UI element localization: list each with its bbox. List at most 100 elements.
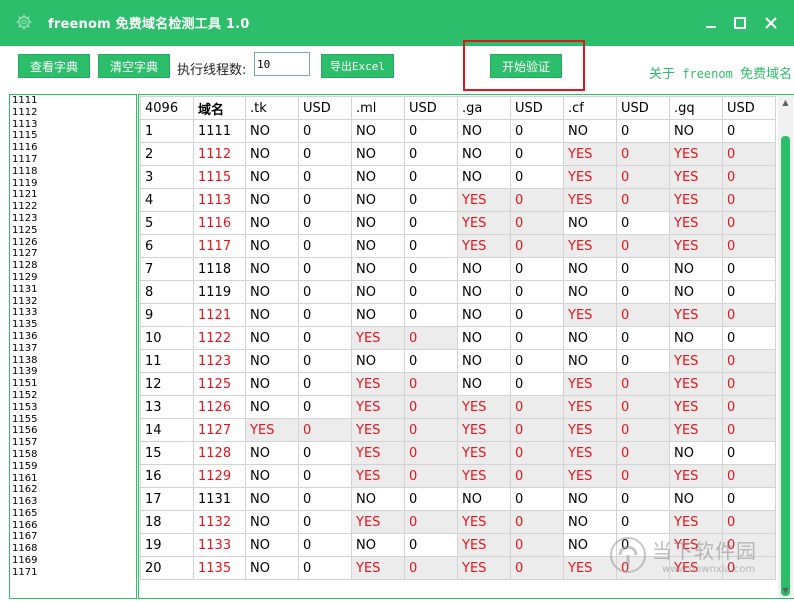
price-cell: 0 <box>404 142 458 166</box>
table-row[interactable]: 5 1116 NO 0 NO 0 YES 0 NO 0 YES 0 <box>140 211 776 235</box>
minimize-button[interactable] <box>700 12 722 34</box>
table-row[interactable]: 1 1111 NO 0 NO 0 NO 0 NO 0 NO 0 <box>140 119 776 143</box>
threads-input[interactable] <box>254 52 310 76</box>
table-row[interactable]: 18 1132 NO 0 YES 0 YES 0 NO 0 YES 0 <box>140 510 776 534</box>
results-grid[interactable]: 4096 域名 .tk USD .ml USD .ga USD .cf USD .gq USD 1… <box>138 94 794 599</box>
table-row[interactable]: 14 1127 YES 0 YES 0 YES 0 YES 0 YES 0 <box>140 418 776 442</box>
price-cell: 0 <box>510 119 564 143</box>
wordlist-item[interactable]: 1161 <box>10 473 136 485</box>
wordlist-item[interactable]: 1119 <box>10 178 136 190</box>
scroll-down-icon[interactable]: ▼ <box>778 584 793 598</box>
availability-cell: YES <box>351 441 405 465</box>
wordlist-item[interactable]: 1127 <box>10 248 136 260</box>
domain-cell: 1128 <box>193 441 246 465</box>
price-cell: 0 <box>298 119 352 143</box>
table-row[interactable]: 6 1117 NO 0 NO 0 YES 0 YES 0 YES 0 <box>140 234 776 258</box>
wordlist-item[interactable]: 1163 <box>10 496 136 508</box>
table-row[interactable]: 10 1122 NO 0 YES 0 NO 0 NO 0 NO 0 <box>140 326 776 350</box>
wordlist-box[interactable]: 1111 1112 1113 1115 1116 1117 1118 1119 1121 1122… <box>9 94 137 599</box>
view-dict-button[interactable]: 查看字典 <box>18 54 90 78</box>
domain-header: 域名 <box>193 96 246 120</box>
wordlist-item[interactable]: 1159 <box>10 461 136 473</box>
table-row[interactable]: 7 1118 NO 0 NO 0 NO 0 NO 0 NO 0 <box>140 257 776 281</box>
wordlist-item[interactable]: 1171 <box>10 567 136 579</box>
vertical-scrollbar[interactable]: ▲ ▼ <box>778 96 793 598</box>
wordlist-item[interactable]: 1152 <box>10 390 136 402</box>
wordlist-item[interactable]: 1123 <box>10 213 136 225</box>
wordlist-item[interactable]: 1157 <box>10 437 136 449</box>
clear-dict-button[interactable]: 清空字典 <box>98 54 170 78</box>
domain-cell: 1126 <box>193 395 246 419</box>
wordlist-item[interactable]: 1158 <box>10 449 136 461</box>
export-excel-button[interactable]: 导出Excel <box>321 54 394 78</box>
maximize-button[interactable] <box>729 12 751 34</box>
wordlist-item[interactable]: 1166 <box>10 520 136 532</box>
wordlist-item[interactable]: 1118 <box>10 166 136 178</box>
price-cell: 0 <box>722 441 776 465</box>
domain-cell: 1121 <box>193 303 246 327</box>
row-number: 15 <box>140 441 194 465</box>
domain-cell: 1125 <box>193 372 246 396</box>
wordlist-item[interactable]: 1168 <box>10 543 136 555</box>
count-header: 4096 <box>140 96 194 120</box>
column-header: USD <box>298 96 352 120</box>
wordlist-item[interactable]: 1113 <box>10 119 136 131</box>
table-row[interactable]: 2 1112 NO 0 NO 0 NO 0 YES 0 YES 0 <box>140 142 776 166</box>
table-row[interactable]: 16 1129 NO 0 YES 0 YES 0 YES 0 YES 0 <box>140 464 776 488</box>
scroll-up-icon[interactable]: ▲ <box>778 96 793 110</box>
wordlist-item[interactable]: 1115 <box>10 130 136 142</box>
domain-cell: 1133 <box>193 533 246 557</box>
table-row[interactable]: 3 1115 NO 0 NO 0 NO 0 YES 0 YES 0 <box>140 165 776 189</box>
wordlist-item[interactable]: 1128 <box>10 260 136 272</box>
price-cell: 0 <box>298 257 352 281</box>
table-row[interactable]: 9 1121 NO 0 NO 0 NO 0 YES 0 YES 0 <box>140 303 776 327</box>
table-row[interactable]: 11 1123 NO 0 NO 0 NO 0 NO 0 YES 0 <box>140 349 776 373</box>
table-row[interactable]: 8 1119 NO 0 NO 0 NO 0 NO 0 NO 0 <box>140 280 776 304</box>
wordlist-item[interactable]: 1121 <box>10 189 136 201</box>
wordlist-item[interactable]: 1138 <box>10 355 136 367</box>
wordlist-item[interactable]: 1133 <box>10 307 136 319</box>
price-cell: 0 <box>616 119 670 143</box>
wordlist-item[interactable]: 1165 <box>10 508 136 520</box>
price-cell: 0 <box>510 372 564 396</box>
wordlist-item[interactable]: 1112 <box>10 107 136 119</box>
table-row[interactable]: 15 1128 NO 0 YES 0 YES 0 YES 0 NO 0 <box>140 441 776 465</box>
row-number: 18 <box>140 510 194 534</box>
table-row[interactable]: 12 1125 NO 0 YES 0 NO 0 YES 0 YES 0 <box>140 372 776 396</box>
table-row[interactable]: 4 1113 NO 0 NO 0 YES 0 YES 0 YES 0 <box>140 188 776 212</box>
availability-cell: NO <box>245 395 299 419</box>
wordlist-item[interactable]: 1132 <box>10 296 136 308</box>
scrollbar-thumb[interactable] <box>781 136 790 596</box>
wordlist-item[interactable]: 1139 <box>10 366 136 378</box>
price-cell: 0 <box>722 395 776 419</box>
about-link[interactable]: 关于 freenom 免费域名 <box>649 63 792 82</box>
wordlist-item[interactable]: 1136 <box>10 331 136 343</box>
availability-cell: YES <box>669 395 723 419</box>
table-row[interactable]: 13 1126 NO 0 YES 0 YES 0 YES 0 YES 0 <box>140 395 776 419</box>
wordlist-item[interactable]: 1131 <box>10 284 136 296</box>
wordlist-item[interactable]: 1117 <box>10 154 136 166</box>
close-button[interactable] <box>760 12 782 34</box>
domain-cell: 1118 <box>193 257 246 281</box>
wordlist-item[interactable]: 1162 <box>10 484 136 496</box>
wordlist-item[interactable]: 1151 <box>10 378 136 390</box>
wordlist-item[interactable]: 1126 <box>10 237 136 249</box>
wordlist-item[interactable]: 1135 <box>10 319 136 331</box>
table-row[interactable]: 17 1131 NO 0 NO 0 NO 0 NO 0 NO 0 <box>140 487 776 511</box>
wordlist-item[interactable]: 1155 <box>10 414 136 426</box>
wordlist-item[interactable]: 1169 <box>10 555 136 567</box>
wordlist-item[interactable]: 1111 <box>10 95 136 107</box>
wordlist-item[interactable]: 1125 <box>10 225 136 237</box>
wordlist-item[interactable]: 1129 <box>10 272 136 284</box>
app-gear-icon <box>16 14 32 30</box>
price-cell: 0 <box>510 487 564 511</box>
price-cell: 0 <box>722 372 776 396</box>
column-header: .cf <box>563 96 617 120</box>
wordlist-item[interactable]: 1116 <box>10 142 136 154</box>
wordlist-item[interactable]: 1156 <box>10 425 136 437</box>
wordlist-item[interactable]: 1137 <box>10 343 136 355</box>
price-cell: 0 <box>722 119 776 143</box>
wordlist-item[interactable]: 1122 <box>10 201 136 213</box>
wordlist-item[interactable]: 1167 <box>10 531 136 543</box>
wordlist-item[interactable]: 1153 <box>10 402 136 414</box>
